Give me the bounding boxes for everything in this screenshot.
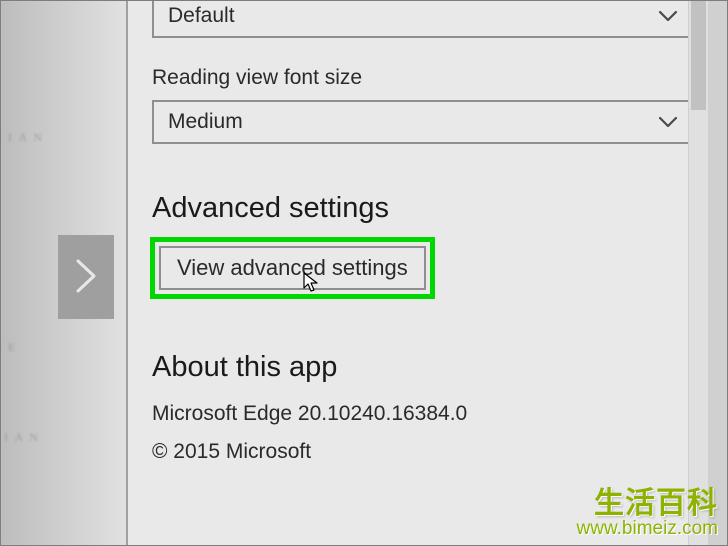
about-app-heading: About this app [152,351,672,384]
watermark-text: 生活百科 [577,478,718,522]
view-advanced-settings-button[interactable]: View advanced settings [159,246,426,290]
settings-panel: Default Reading view font size Medium Ad… [126,0,708,546]
scrollbar[interactable] [688,0,708,546]
chevron-down-icon [658,9,678,23]
advanced-settings-heading: Advanced settings [152,192,672,225]
highlight-annotation: View advanced settings [150,237,435,299]
copyright-text: © 2015 Microsoft [152,440,672,464]
slideshow-next-button[interactable] [58,235,114,319]
chevron-right-icon [74,259,98,296]
chevron-down-icon [658,115,678,129]
font-size-label: Reading view font size [152,66,672,90]
font-size-dropdown[interactable]: Medium [152,100,692,144]
watermark: 生活百科 www.bimeiz.com [577,478,718,540]
dropdown-value: Medium [168,110,243,134]
app-version-text: Microsoft Edge 20.10240.16384.0 [152,402,672,426]
dropdown-value: Default [168,4,235,28]
scrollbar-thumb[interactable] [691,0,706,110]
reading-view-style-dropdown[interactable]: Default [152,0,692,38]
watermark-url: www.bimeiz.com [577,518,718,540]
